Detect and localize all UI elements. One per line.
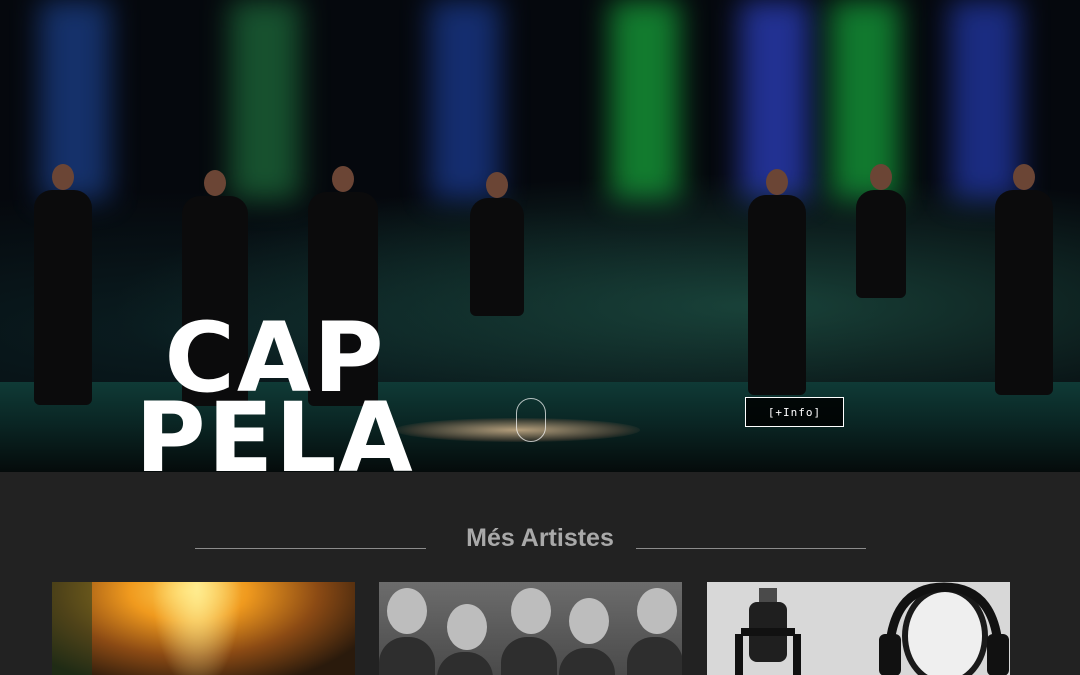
artist-card-1[interactable] <box>52 582 355 675</box>
headphones-icon <box>879 582 1009 675</box>
section-header: Més Artistes <box>0 520 1080 560</box>
hero-title: CAP PELA <box>130 310 420 472</box>
artist-card-2[interactable] <box>379 582 682 675</box>
stage-lights-photo <box>52 582 355 675</box>
group-portrait-photo <box>379 582 682 675</box>
artist-card-3[interactable] <box>707 582 1010 675</box>
section-divider-right <box>636 548 866 549</box>
scroll-down-indicator[interactable] <box>516 398 546 442</box>
microphone-radio-photo <box>707 582 1010 675</box>
more-info-button[interactable]: [+Info] <box>745 397 844 427</box>
section-title: Més Artistes <box>466 524 614 552</box>
microphone-icon <box>735 588 801 675</box>
hero-banner: CAP PELA [+Info] <box>0 0 1080 472</box>
hero-title-line-2: PELA <box>135 382 415 472</box>
